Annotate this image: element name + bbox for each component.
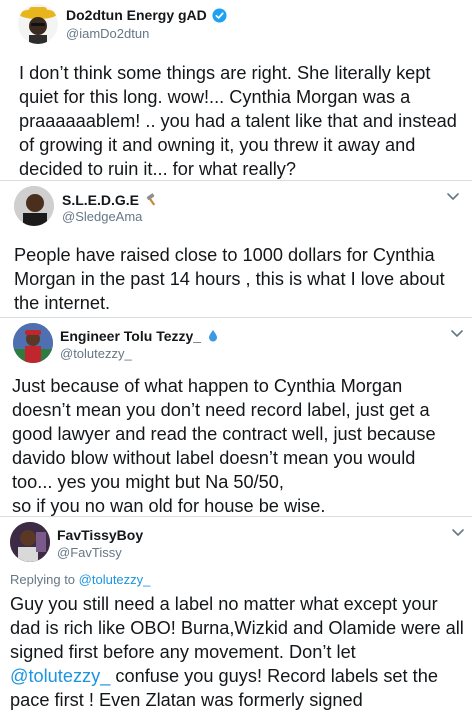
hammer-icon <box>146 193 155 206</box>
tweet-text: Just because of what happen to Cynthia M… <box>12 376 436 516</box>
avatar[interactable] <box>14 186 54 226</box>
handle[interactable]: @SledgeAma <box>62 209 142 224</box>
tweet-text: People have raised close to 1000 dollars… <box>14 245 445 313</box>
avatar-image <box>14 186 54 226</box>
handle[interactable]: @iamDo2dtun <box>66 26 149 41</box>
replying-to: Replying to @tolutezzy_ <box>10 572 151 587</box>
verified-badge-icon <box>212 8 227 23</box>
chevron-down-icon[interactable] <box>451 528 465 538</box>
tweet-text: Guy you still need a label no matter wha… <box>10 594 464 710</box>
tweet-1[interactable]: Do2dtun Energy gAD @iamDo2dtun I don’t t… <box>0 0 472 181</box>
tweet-2[interactable]: S.L.E.D.G.E @SledgeAma People have raise… <box>0 181 472 318</box>
chevron-down-icon[interactable] <box>450 329 464 339</box>
display-name[interactable]: FavTissyBoy <box>57 527 143 543</box>
avatar[interactable] <box>18 4 58 44</box>
reply-mention-link[interactable]: @tolutezzy_ <box>79 572 151 587</box>
avatar[interactable] <box>10 522 50 562</box>
handle[interactable]: @tolutezzy_ <box>60 346 132 361</box>
avatar[interactable] <box>13 323 53 363</box>
tweet-3[interactable]: Engineer Tolu Tezzy_ @tolutezzy_ Just be… <box>0 318 472 517</box>
droplet-icon <box>208 330 217 342</box>
display-name[interactable]: S.L.E.D.G.E <box>62 192 158 208</box>
avatar-image <box>10 522 50 562</box>
display-name[interactable]: Engineer Tolu Tezzy_ <box>60 328 218 344</box>
chevron-down-icon[interactable] <box>446 192 460 202</box>
avatar-image <box>13 323 53 363</box>
avatar-image <box>19 7 57 44</box>
display-name[interactable]: Do2dtun Energy gAD <box>66 7 207 23</box>
mention-link[interactable]: @tolutezzy_ <box>10 666 110 686</box>
tweet-text: I don’t think some things are right. She… <box>19 63 457 179</box>
tweet-4[interactable]: FavTissyBoy @FavTissy Replying to @tolut… <box>0 517 472 718</box>
handle[interactable]: @FavTissy <box>57 545 122 560</box>
